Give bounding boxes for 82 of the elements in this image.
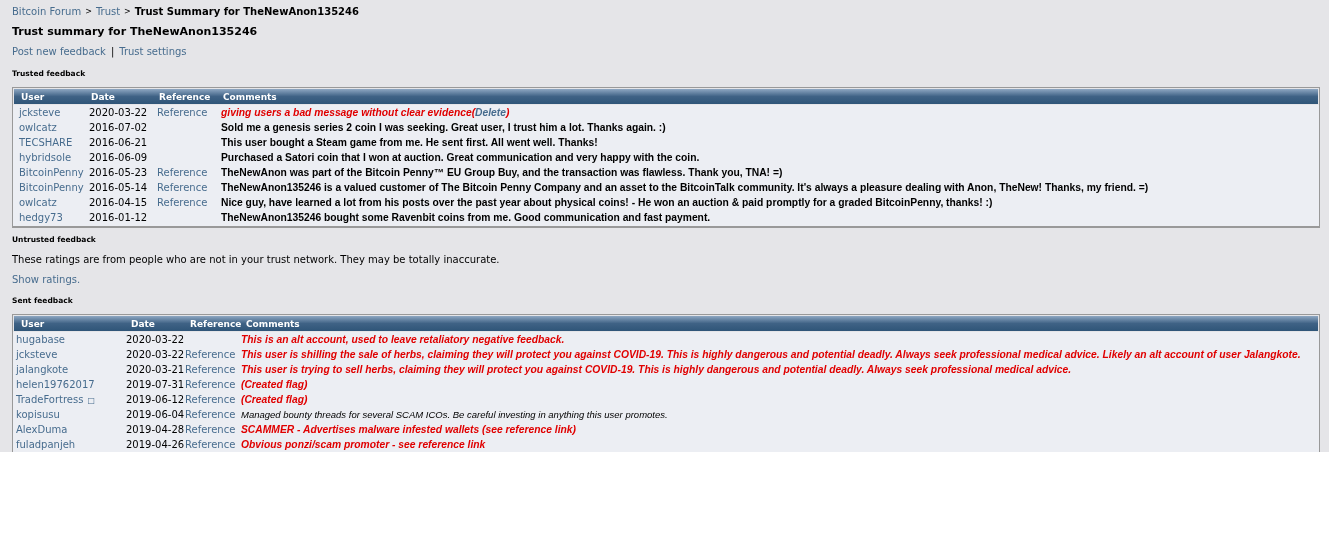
reference-link[interactable]: Reference xyxy=(185,349,236,360)
comment-text: This is an alt account, used to leave retaliatory negative feedback. xyxy=(241,334,565,345)
user-link[interactable]: hedgy73 xyxy=(19,212,63,223)
user-link[interactable]: BitcoinPenny xyxy=(19,182,84,193)
breadcrumb-separator: > xyxy=(124,6,131,16)
reference-link[interactable]: Reference xyxy=(157,197,208,208)
bracket: ) xyxy=(506,107,510,118)
comment-text: Managed bounty threads for several SCAM ICOs. Be careful investing in anything this user promotes. xyxy=(241,409,668,420)
reference-link[interactable]: Reference xyxy=(185,379,236,390)
column-header: User xyxy=(20,318,46,329)
info-text: These ratings are from people who are not in your trust network. They may be totally inaccurate. xyxy=(12,254,501,267)
comment-text: Obvious ponzi/scam promoter - see reference link xyxy=(241,439,486,450)
user-link[interactable]: kopisusu xyxy=(16,409,60,420)
date-cell: 2016-05-23 xyxy=(89,167,148,178)
column-header: Comments xyxy=(223,91,277,102)
column-header: Reference xyxy=(190,318,243,329)
reference-link[interactable]: Reference xyxy=(185,409,236,420)
show-ratings-link[interactable]: Show ratings. xyxy=(12,274,81,285)
date-cell: 2019-04-26 xyxy=(126,439,185,450)
comment-text: TheNewAnon135246 bought some Ravenbit coins from me. Good communication and fast payment. xyxy=(221,212,711,223)
date-cell: 2020-03-22 xyxy=(126,349,185,360)
user-link[interactable]: TradeFortress xyxy=(16,394,84,405)
user-link[interactable]: TECSHARE xyxy=(19,137,73,148)
delete-link[interactable]: Delete xyxy=(475,107,506,118)
comment-text: This user is shilling the sale of herbs, claiming they will protect you against COVID-19. This is highly dangerous and potential deadly. Always seek professional medical advice. Likely an alt account of user Jalangkote. xyxy=(241,349,1301,360)
date-cell: 2016-05-14 xyxy=(89,182,148,193)
link-separator: | xyxy=(110,46,115,60)
reference-link[interactable]: Reference xyxy=(185,394,236,405)
column-header: Reference xyxy=(159,91,212,102)
column-header: Date xyxy=(131,318,156,329)
user-link[interactable]: fuladpanjeh xyxy=(16,439,76,450)
user-link[interactable]: jalangkote xyxy=(16,364,69,375)
user-link[interactable]: jcksteve xyxy=(19,107,61,118)
comment-text: TheNewAnon135246 is a valued customer of The Bitcoin Penny Company and an asset to the BitcoinTalk community. It's always a pleasure dealing with Anon, TheNew! Thanks, my friend. =) xyxy=(221,182,1149,193)
comment-text: TheNewAnon was part of the Bitcoin Penny™ EU Group Buy, and the transaction was flawless. Thank you, TNA! =) xyxy=(221,167,783,178)
date-cell: 2016-07-02 xyxy=(89,122,148,133)
reference-link[interactable]: Reference xyxy=(185,364,236,375)
date-cell: 2020-03-22 xyxy=(89,107,148,118)
action-link[interactable]: Post new feedback xyxy=(12,46,106,62)
breadcrumb-separator: > xyxy=(85,6,92,16)
date-cell: 2019-06-04 xyxy=(126,409,185,420)
bracket: ( xyxy=(471,107,476,118)
user-link[interactable]: owlcatz xyxy=(19,197,57,208)
reference-link[interactable]: Reference xyxy=(185,439,236,450)
reference-link[interactable]: Reference xyxy=(157,182,208,193)
date-cell: 2016-06-09 xyxy=(89,152,148,163)
user-link[interactable]: helen19762017 xyxy=(16,379,95,390)
date-cell: 2016-04-15 xyxy=(89,197,148,208)
breadcrumb-link[interactable]: Bitcoin Forum xyxy=(12,5,82,17)
breadcrumb-link[interactable]: Trust xyxy=(95,5,121,17)
comment-text: (Created flag) xyxy=(241,379,308,390)
comment-text: This user bought a Steam game from me. He sent first. All went well. Thanks! xyxy=(221,137,598,148)
date-cell: 2019-04-28 xyxy=(126,424,185,435)
date-cell: 2016-01-12 xyxy=(89,212,148,223)
user-link[interactable]: BitcoinPenny xyxy=(19,167,84,178)
comment-text: This user is trying to sell herbs, claiming they will protect you against COVID-19. This is highly dangerous and potential deadly. Always seek professional medical advice. xyxy=(241,364,1072,375)
date-cell: 2020-03-21 xyxy=(126,364,185,375)
column-header: Date xyxy=(91,91,116,102)
user-link[interactable]: owlcatz xyxy=(19,122,57,133)
reference-link[interactable]: Reference xyxy=(185,424,236,435)
comment-text: giving users a bad message without clear evidence(Delete) xyxy=(221,107,510,118)
comment-text: Purchased a Satori coin that I won at auction. Great communication and very happy with the coin. xyxy=(221,152,700,163)
action-link[interactable]: Trust settings xyxy=(119,46,187,62)
user-link[interactable]: hugabase xyxy=(16,334,65,345)
user-link[interactable]: jcksteve xyxy=(16,349,58,360)
reference-link[interactable]: Reference xyxy=(157,107,208,118)
column-header: Comments xyxy=(246,318,300,329)
user-link[interactable]: AlexDuma xyxy=(16,424,68,435)
column-header: User xyxy=(20,91,46,102)
comment-text: (Created flag) xyxy=(241,394,308,405)
date-cell: 2020-03-22 xyxy=(126,334,185,345)
reference-link[interactable]: Reference xyxy=(157,167,208,178)
comment-text: Nice guy, have learned a lot from his posts over the past year about physical coins! - He won an auction & paid promptly for a graded BitcoinPenny, thanks! :) xyxy=(221,197,993,208)
date-cell: 2019-07-31 xyxy=(126,379,185,390)
page-title: Trust summary for TheNewAnon135246 xyxy=(12,25,259,40)
breadcrumb-current: Trust Summary for TheNewAnon135246 xyxy=(134,5,359,17)
date-cell: 2019-06-12 xyxy=(126,394,185,405)
comment-text: Sold me a genesis series 2 coin I was seeking. Great user, I trust him a lot. Thanks again. :) xyxy=(221,122,666,133)
user-link[interactable]: hybridsole xyxy=(19,152,72,163)
user-mark: □ xyxy=(87,396,95,405)
comment-text: SCAMMER - Advertises malware infested wallets (see reference link) xyxy=(241,424,576,435)
date-cell: 2016-06-21 xyxy=(89,137,148,148)
